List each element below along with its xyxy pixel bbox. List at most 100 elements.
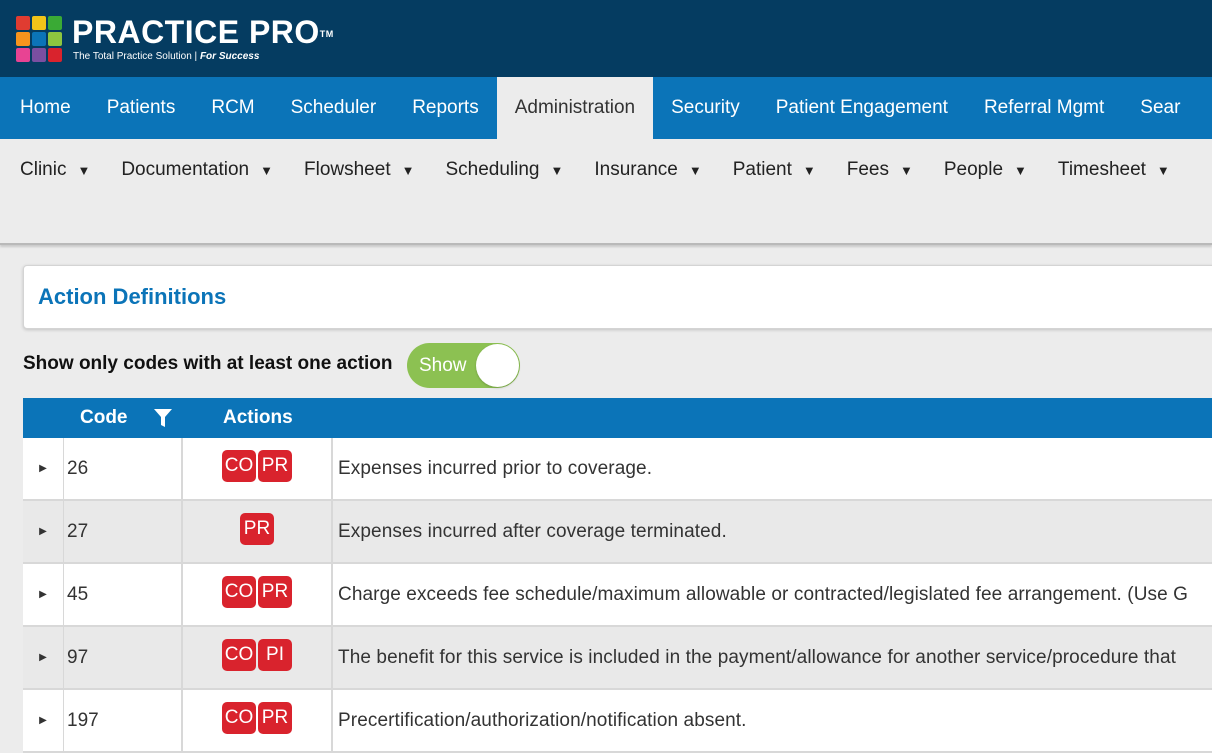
caret-down-icon: ▼ — [550, 162, 564, 178]
logo-square — [32, 48, 46, 62]
row-actions: CO PI — [183, 627, 333, 688]
table-row[interactable]: ▶ 26 CO PR Expenses incurred prior to covera… — [23, 438, 1212, 501]
brand-tagline-main: The Total Practice Solution | — [73, 51, 200, 62]
nav-item-referral-mgmt[interactable]: Referral Mgmt — [966, 77, 1122, 139]
sub-nav-row: Clinic ▼ Documentation ▼ Flowsheet ▼ Schedulin… — [20, 159, 1201, 181]
logo-square — [16, 16, 30, 30]
caret-down-icon: ▼ — [900, 162, 913, 178]
action-badge-pr[interactable]: PR — [258, 575, 292, 608]
logo-square — [48, 32, 62, 46]
row-description: The benefit for this service is included… — [338, 646, 1177, 668]
caret-down-icon: ▼ — [1014, 162, 1027, 178]
row-description: Expenses incurred prior to coverage. — [338, 457, 653, 479]
table-row[interactable]: ▶ 45 CO PR Charge exceeds fee schedule/maxim… — [23, 564, 1212, 627]
column-header-code[interactable]: Code — [80, 407, 128, 429]
row-description: Charge exceeds fee schedule/maximum allo… — [338, 583, 1189, 605]
subnav-item-timesheet[interactable]: Timesheet ▼ — [1058, 159, 1170, 181]
subnav-item-insurance[interactable]: Insurance ▼ — [594, 159, 701, 181]
brand-logo[interactable]: PRACTICE PROTM — [72, 14, 334, 50]
filter-icon[interactable] — [152, 407, 174, 429]
subnav-item-fees[interactable]: Fees ▼ — [847, 159, 913, 181]
subnav-item-scheduling[interactable]: Scheduling ▼ — [445, 159, 563, 181]
logo-square — [32, 32, 46, 46]
grid-body: ▶ 26 CO PR Expenses incurred prior to covera… — [23, 438, 1212, 753]
row-code: 45 — [63, 564, 183, 625]
table-row[interactable]: ▶ 197 CO PR Precertification/authorization/n… — [23, 690, 1212, 753]
subnav-item-label: Scheduling — [445, 159, 540, 180]
show-codes-toggle[interactable]: Show — [407, 343, 520, 388]
subnav-item-label: Insurance — [594, 159, 678, 180]
action-badge-co[interactable]: CO — [222, 638, 256, 671]
row-description: Expenses incurred after coverage termina… — [338, 520, 727, 542]
logo-square — [48, 16, 62, 30]
brand-name: PRACTICE PRO — [72, 14, 320, 50]
caret-down-icon: ▼ — [401, 162, 415, 178]
caret-down-icon: ▼ — [260, 162, 273, 178]
nav-item-patients[interactable]: Patients — [89, 77, 194, 139]
action-badge-co[interactable]: CO — [222, 701, 256, 734]
app-header: PRACTICE PROTM The Total Practice Soluti… — [0, 0, 1212, 77]
brand-trademark: TM — [319, 29, 334, 39]
grid-header: Code Actions — [23, 398, 1212, 438]
action-badge-pr[interactable]: PR — [240, 512, 274, 545]
action-badge-pr[interactable]: PR — [258, 449, 292, 482]
nav-item-patient-engagement[interactable]: Patient Engagement — [758, 77, 966, 139]
brand-tagline-emphasis: For Success — [199, 51, 260, 62]
subnav-item-clinic[interactable]: Clinic ▼ — [20, 159, 90, 181]
action-badge-pi[interactable]: PI — [258, 638, 292, 671]
nav-item-sear[interactable]: Sear — [1122, 77, 1198, 139]
row-code: 27 — [63, 501, 183, 562]
toggle-knob[interactable] — [476, 344, 519, 387]
logo-square — [16, 48, 30, 62]
row-code: 97 — [63, 627, 183, 688]
row-description: Precertification/authorization/notificat… — [338, 709, 747, 731]
subnav-item-label: Fees — [846, 159, 889, 180]
caret-down-icon: ▼ — [77, 162, 91, 178]
column-header-actions[interactable]: Actions — [223, 407, 293, 429]
subnav-item-patient[interactable]: Patient ▼ — [733, 159, 816, 181]
nav-item-rcm[interactable]: RCM — [193, 77, 272, 139]
subnav-item-people[interactable]: People ▼ — [944, 159, 1027, 181]
nav-item-home[interactable]: Home — [0, 77, 89, 139]
nav-item-scheduler[interactable]: Scheduler — [273, 77, 395, 139]
logo-square — [16, 32, 30, 46]
action-definitions-grid: Code Actions ▶ 26 CO PR Expenses incurred pr… — [23, 398, 1212, 753]
page-title-card: Action Definitions — [23, 265, 1212, 329]
sub-nav: Clinic ▼ Documentation ▼ Flowsheet ▼ Schedulin… — [0, 139, 1212, 245]
row-actions: CO PR — [183, 438, 333, 499]
subnav-item-label: Patient — [732, 159, 792, 180]
logo-square — [32, 16, 46, 30]
subnav-item-label: Documentation — [121, 159, 250, 180]
subnav-item-label: Clinic — [20, 159, 67, 180]
filter-label: Show only codes with at least one action — [23, 353, 393, 374]
action-badge-co[interactable]: CO — [222, 575, 256, 608]
subnav-item-documentation[interactable]: Documentation ▼ — [121, 159, 273, 181]
table-row[interactable]: ▶ 27 PR Expenses incurred after coverage te… — [23, 501, 1212, 564]
expand-row-icon[interactable]: ▶ — [23, 501, 64, 562]
nav-item-security[interactable]: Security — [653, 77, 758, 139]
subnav-item-label: Flowsheet — [304, 159, 391, 180]
nav-item-reports[interactable]: Reports — [394, 77, 497, 139]
row-code: 197 — [63, 690, 183, 751]
subnav-item-label: Timesheet — [1057, 159, 1146, 180]
logo-square — [48, 48, 62, 62]
action-badge-co[interactable]: CO — [222, 449, 256, 482]
brand-tagline: The Total Practice Solution | For Succes… — [73, 51, 259, 63]
expand-row-icon[interactable]: ▶ — [23, 438, 64, 499]
nav-item-administration[interactable]: Administration — [496, 77, 654, 139]
expand-row-icon[interactable]: ▶ — [23, 564, 64, 625]
page-title: Action Definitions — [38, 284, 227, 309]
table-row[interactable]: ▶ 97 CO PI The benefit for this service is i… — [23, 627, 1212, 690]
toggle-label: Show — [419, 355, 467, 376]
expand-row-icon[interactable]: ▶ — [23, 627, 64, 688]
subnav-item-flowsheet[interactable]: Flowsheet ▼ — [304, 159, 414, 181]
subnav-item-label: People — [943, 159, 1004, 180]
expand-row-icon[interactable]: ▶ — [23, 690, 64, 751]
action-badge-pr[interactable]: PR — [258, 701, 292, 734]
logo-mark-icon — [16, 16, 64, 64]
row-actions: CO PR — [183, 690, 333, 751]
caret-down-icon: ▼ — [688, 162, 702, 178]
main-nav: Home Patients RCM Scheduler Reports Administr… — [0, 77, 1212, 139]
row-actions: CO PR — [183, 564, 333, 625]
row-actions: PR — [183, 501, 333, 562]
